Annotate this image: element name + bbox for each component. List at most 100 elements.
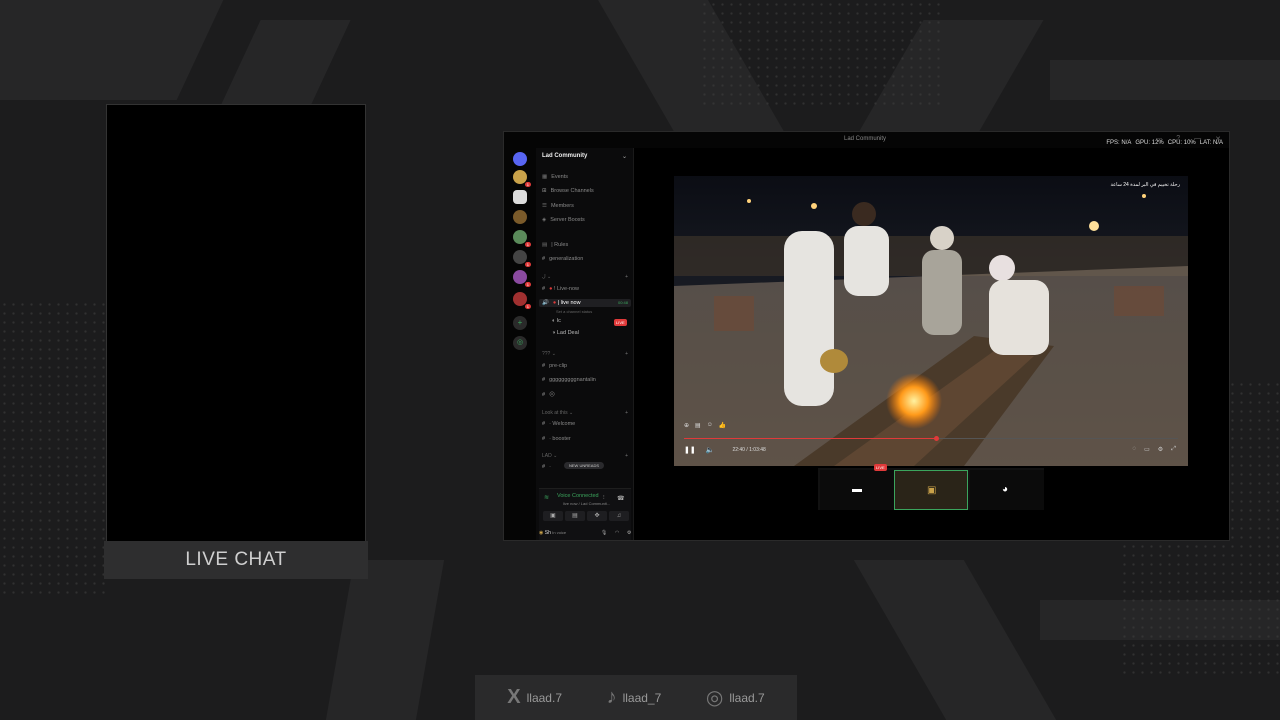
nav-members[interactable]: ☰ Members	[542, 203, 574, 209]
social-x: X llaad.7	[507, 686, 562, 709]
add-channel-icon[interactable]: +	[625, 274, 628, 280]
explore-icon[interactable]: ◎	[513, 336, 527, 350]
fullscreen-icon[interactable]: ⤢	[1171, 446, 1176, 453]
settings-icon[interactable]: ⚙	[627, 530, 631, 536]
stream-video[interactable]: رحلة تخييم في البر لمدة 24 ساعة ⊕ ▤ ☺ 👍 …	[674, 176, 1188, 466]
activities-button[interactable]: ✥	[587, 511, 607, 521]
channel-sidebar: Lad Community ⌄ ▦ Events ⊞ Browse Channels…	[536, 148, 634, 540]
server-icon[interactable]: 1	[513, 292, 531, 309]
server-icon[interactable]: 1	[513, 270, 531, 287]
add-server-icon[interactable]: +	[513, 316, 527, 330]
x-icon: X	[507, 686, 521, 708]
social-handle: llaad.7	[729, 690, 765, 705]
video-controls: ❚❚ 🔈 22:40 / 1:03:48	[684, 446, 766, 454]
social-tiktok: ♪ llaad_7	[607, 686, 662, 709]
voice-user[interactable]: ◐ lc	[552, 318, 561, 324]
server-icon[interactable]: 1	[513, 170, 531, 187]
social-instagram: ◎ llaad.7	[706, 685, 765, 710]
channel-booster[interactable]: # · booster	[542, 436, 571, 442]
add-channel-icon[interactable]: +	[625, 410, 628, 416]
speaker-icon: 🔊	[542, 300, 549, 306]
hash-icon: #	[542, 286, 546, 292]
perf-stats: FPS: N/A GPU: 12% CPU: 10% LAT: N/A	[1106, 140, 1223, 146]
channel-status[interactable]: Set a channel status	[556, 309, 592, 314]
live-badge: LIVE	[614, 319, 627, 326]
video-top-controls: ⊕ ▤ ☺ 👍	[684, 422, 726, 429]
new-unreads-pill[interactable]: NEW UNREADS	[564, 462, 605, 469]
category-header[interactable]: Look at this ⌄ +	[542, 410, 628, 416]
participant-tiles: ▬ LIVE ▣ ◕	[818, 464, 1044, 510]
fps-stat: FPS: N/A	[1106, 140, 1132, 146]
hash-icon: #	[542, 377, 546, 383]
tile-user[interactable]: ◕	[970, 470, 1044, 510]
server-icon[interactable]: 1	[513, 250, 531, 267]
channel-welcome[interactable]: # · Welcome	[542, 421, 575, 427]
screenshare-button[interactable]: ▤	[565, 511, 585, 521]
mic-icon[interactable]: 🎙	[601, 530, 607, 536]
volume-mute-icon[interactable]: ◌	[1133, 446, 1137, 453]
monitor-icon: ▬	[852, 484, 862, 495]
progress-bar[interactable]	[684, 436, 1178, 441]
titlebar: Lad Community ▭ ? — ✕ FPS: N/A GPU: 12% …	[504, 132, 1229, 148]
nav-events[interactable]: ▦ Events	[542, 174, 568, 180]
bg-shape	[853, 560, 1057, 720]
social-handle: llaad.7	[526, 690, 562, 705]
screen-icon[interactable]: ▭	[1144, 446, 1150, 453]
gpu-stat: GPU: 12%	[1135, 140, 1164, 146]
bg-shape	[1050, 60, 1280, 100]
pause-icon[interactable]: ❚❚	[684, 446, 696, 454]
channel-pre-clip[interactable]: # pre-clip	[542, 363, 567, 369]
video-overlay-title: رحلة تخييم في البر لمدة 24 ساعة	[1110, 182, 1181, 188]
tile-screenshare[interactable]: ▬	[820, 470, 894, 510]
channel-rules[interactable]: ▤ | Rules	[542, 242, 568, 248]
progress-handle[interactable]	[933, 436, 939, 441]
members-icon: ☰	[542, 203, 547, 209]
user-panel: ◉ Sh In voice 🎙 ◠ ⚙	[539, 530, 631, 536]
bg-shape	[325, 560, 445, 720]
like-icon[interactable]: 👍	[719, 422, 726, 429]
category-header[interactable]: ??? ⌄ +	[542, 351, 628, 357]
server-icon[interactable]	[513, 210, 527, 224]
volume-icon[interactable]: 🔈	[706, 446, 715, 454]
avatar[interactable]: ◉	[539, 530, 543, 536]
channel-long[interactable]: # gggggggggnantalin	[542, 377, 596, 383]
channel-hidden[interactable]: # ·	[542, 464, 551, 470]
disconnect-icon[interactable]: ☎	[617, 495, 624, 502]
channel-emoji[interactable]: # 😐	[542, 392, 555, 398]
caption-icon[interactable]: ▤	[695, 422, 701, 429]
channel-live-now-2[interactable]: 🔊 ● | live now 00:48	[539, 299, 631, 307]
camera-button[interactable]: ▣	[543, 511, 563, 521]
hash-icon: #	[542, 256, 546, 262]
hash-icon: #	[542, 436, 546, 442]
tile-streamer[interactable]: ▣	[894, 470, 968, 510]
category-header[interactable]: LAD ⌄ +	[542, 453, 628, 459]
channel-live-now-1[interactable]: # ● ! Live-now	[542, 286, 579, 292]
boost-icon: ◈	[542, 217, 547, 223]
headphones-icon[interactable]: ◠	[615, 530, 619, 536]
server-icon[interactable]	[513, 190, 527, 204]
avatar: ◕	[1002, 484, 1009, 495]
avatar: ▣	[927, 485, 937, 496]
server-icon[interactable]: 1	[513, 230, 531, 247]
add-channel-icon[interactable]: +	[625, 351, 628, 357]
settings-icon[interactable]: ⚙	[1158, 446, 1163, 453]
zoom-icon[interactable]: ⊕	[684, 422, 689, 429]
bg-dots	[700, 0, 940, 110]
bg-dots	[0, 300, 110, 600]
react-icon[interactable]: ☺	[707, 422, 713, 429]
add-channel-icon[interactable]: +	[625, 453, 628, 459]
noise-suppression-icon[interactable]: ⫶	[603, 495, 605, 502]
tiktok-icon: ♪	[606, 686, 617, 708]
nav-browse-channels[interactable]: ⊞ Browse Channels	[542, 188, 594, 194]
server-header[interactable]: Lad Community ⌄	[542, 153, 627, 160]
signal-icon[interactable]: ≋	[544, 494, 549, 501]
dm-icon[interactable]	[513, 152, 527, 166]
channel-general[interactable]: # generalization	[542, 256, 583, 262]
hash-icon: #	[542, 421, 546, 427]
category-header[interactable]: ل ⌄ +	[542, 274, 628, 280]
voice-user[interactable]: ◑ Lad Deal	[552, 330, 579, 336]
soundboard-button[interactable]: ♫	[609, 511, 629, 521]
nav-server-boosts[interactable]: ◈ Server Boosts	[542, 217, 585, 223]
username: Sh	[544, 530, 551, 536]
social-handle: llaad_7	[622, 690, 662, 705]
